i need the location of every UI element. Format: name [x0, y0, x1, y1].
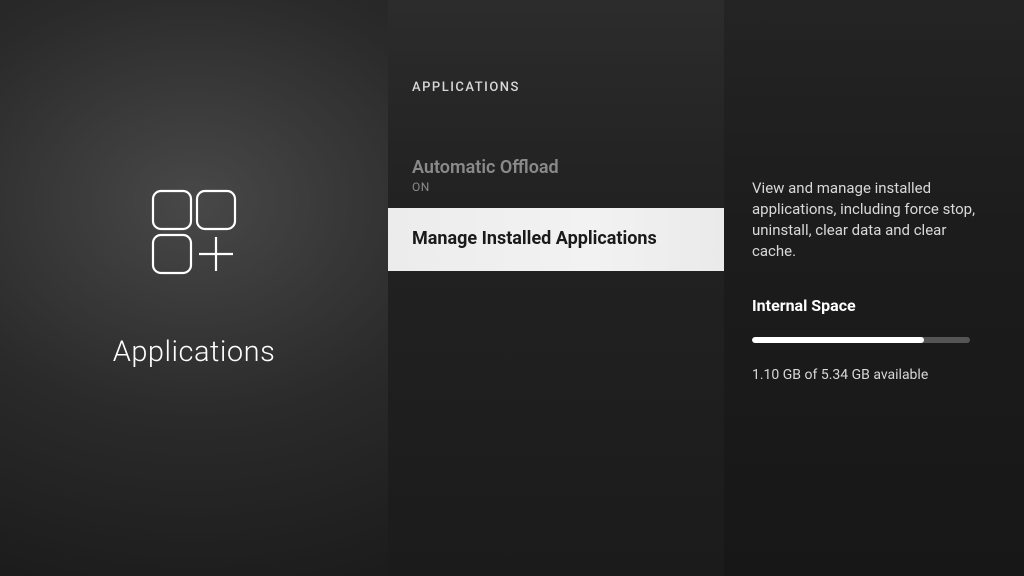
- description-text: View and manage installed applications, …: [752, 178, 982, 262]
- category-panel: Applications: [0, 0, 388, 576]
- menu-item-title: Automatic Offload: [412, 157, 700, 178]
- category-title: Applications: [113, 335, 276, 369]
- menu-item-manage-installed-applications[interactable]: Manage Installed Applications: [388, 208, 724, 271]
- menu-item-title: Manage Installed Applications: [412, 228, 700, 249]
- menu-item-automatic-offload[interactable]: Automatic Offload ON: [388, 145, 724, 208]
- settings-screen: Applications APPLICATIONS Automatic Offl…: [0, 0, 1024, 576]
- detail-panel: View and manage installed applications, …: [724, 0, 1024, 576]
- storage-available-text: 1.10 GB of 5.34 GB available: [752, 367, 982, 383]
- storage-progress-bar: [752, 337, 970, 343]
- storage-progress-fill: [752, 337, 924, 343]
- menu-item-subtitle: ON: [412, 180, 700, 194]
- menu-panel: APPLICATIONS Automatic Offload ON Manage…: [388, 0, 724, 576]
- storage-heading: Internal Space: [752, 296, 982, 315]
- applications-icon: [129, 177, 259, 307]
- section-header: APPLICATIONS: [388, 80, 724, 95]
